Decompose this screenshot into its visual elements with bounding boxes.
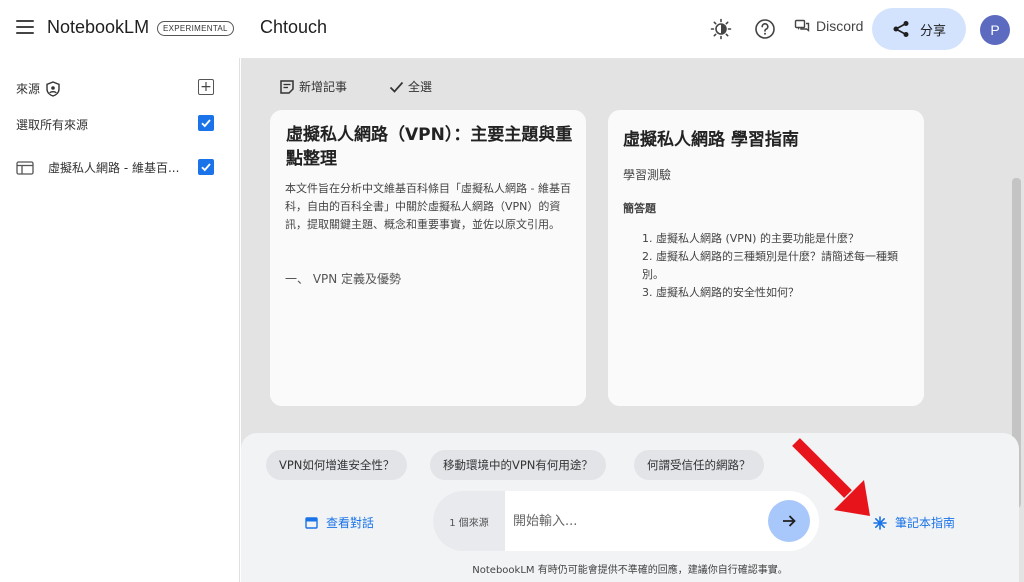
disclaimer-text: NotebookLM 有時仍可能會提供不準確的回應，建議你自行確認事實。 — [472, 565, 788, 576]
check-icon — [201, 119, 211, 128]
source-item[interactable]: 虛擬私人網路 - 維基百... — [16, 159, 179, 176]
discord-label: Discord — [816, 18, 864, 34]
check-icon — [201, 163, 211, 172]
chat-panel: VPN如何增進安全性？ 移動環境中的VPN有何用途？ 何謂受信任的網路？ 查看對… — [241, 433, 1019, 582]
list-item: 1. 虛擬私人網路 (VPN) 的主要功能是什麼？ — [642, 232, 859, 245]
select-all-notes-button[interactable]: 全選 — [389, 78, 432, 95]
note-card-title: 虛擬私人網路（VPN）：主要主題與重點整理 — [286, 125, 573, 169]
view-chat-button[interactable]: 查看對話 — [305, 514, 374, 531]
note-card-section: 一、 VPN 定義及優勢 — [285, 272, 402, 286]
chat-bubbles-icon — [794, 19, 810, 32]
card-fade — [608, 316, 924, 406]
note-card-title: 虛擬私人網路 學習指南 — [623, 130, 799, 150]
chat-input-box: 1 個來源 — [433, 491, 819, 551]
suggestion-chip[interactable]: 移動環境中的VPN有何用途？ — [430, 450, 606, 480]
theme-toggle-icon[interactable] — [710, 18, 732, 40]
top-bar: NotebookLM EXPERIMENTAL Chtouch Discord … — [0, 0, 1024, 58]
add-note-label: 新增記事 — [299, 80, 348, 94]
share-label: 分享 — [919, 23, 946, 39]
menu-icon[interactable] — [16, 20, 34, 34]
avatar[interactable]: P — [980, 15, 1010, 45]
note-card-body: 本文件旨在分析中文維基百科條目「虛擬私人網路 - 維基百科，自由的百科全書」中關… — [285, 182, 571, 231]
web-page-icon — [16, 160, 34, 175]
source-count-badge[interactable]: 1 個來源 — [433, 491, 505, 551]
sparkle-icon — [873, 515, 887, 530]
select-all-sources-label: 選取所有來源 — [16, 118, 89, 132]
note-card[interactable]: 虛擬私人網路 學習指南 學習測驗 簡答題 1. 虛擬私人網路 (VPN) 的主要… — [608, 110, 924, 406]
send-button[interactable] — [768, 500, 810, 542]
card-fade — [270, 316, 586, 406]
sources-label: 來源 — [16, 82, 41, 96]
checkmark-icon — [389, 81, 404, 93]
notebook-guide-button[interactable]: 筆記本指南 — [873, 514, 955, 531]
question-list: 1. 虛擬私人網路 (VPN) 的主要功能是什麼？ 2. 虛擬私人網路的三種類別… — [642, 230, 908, 302]
share-button[interactable]: 分享 — [872, 8, 966, 50]
arrow-right-icon — [783, 515, 796, 527]
app-logo[interactable]: NotebookLM — [47, 17, 149, 38]
experimental-badge: EXPERIMENTAL — [157, 21, 234, 36]
suggestion-chip[interactable]: VPN如何增進安全性？ — [266, 450, 408, 480]
note-icon — [280, 79, 294, 94]
help-icon[interactable] — [754, 18, 776, 40]
notebook-title[interactable]: Chtouch — [260, 17, 327, 38]
shield-icon — [46, 80, 60, 97]
view-chat-label: 查看對話 — [326, 516, 375, 530]
sources-sidebar: 來源 + 選取所有來源 虛擬私人網路 - 維基百... — [0, 58, 240, 582]
add-source-icon[interactable]: + — [198, 79, 214, 95]
suggestion-chip[interactable]: 何謂受信任的網路？ — [634, 450, 764, 480]
select-all-sources-row: 選取所有來源 — [16, 116, 88, 133]
sources-header: 來源 — [16, 80, 60, 97]
notebook-guide-label: 筆記本指南 — [895, 516, 956, 530]
source-item-label: 虛擬私人網路 - 維基百... — [48, 161, 180, 175]
note-card[interactable]: 虛擬私人網路（VPN）：主要主題與重點整理 本文件旨在分析中文維基百科條目「虛擬… — [270, 110, 586, 406]
select-all-notes-label: 全選 — [408, 80, 433, 94]
chat-panel-icon — [305, 516, 318, 529]
add-note-button[interactable]: 新增記事 — [279, 78, 347, 95]
source-item-checkbox[interactable] — [198, 159, 214, 175]
share-icon — [893, 21, 909, 37]
select-all-sources-checkbox[interactable] — [198, 115, 214, 131]
discord-link[interactable]: Discord — [794, 18, 863, 34]
chat-input[interactable] — [513, 509, 753, 533]
note-card-section: 簡答題 — [623, 202, 656, 215]
note-card-subtitle: 學習測驗 — [623, 168, 672, 182]
list-item: 2. 虛擬私人網路的三種類別是什麼？請簡述每一種類別。 — [642, 250, 898, 281]
list-item: 3. 虛擬私人網路的安全性如何？ — [642, 286, 799, 299]
